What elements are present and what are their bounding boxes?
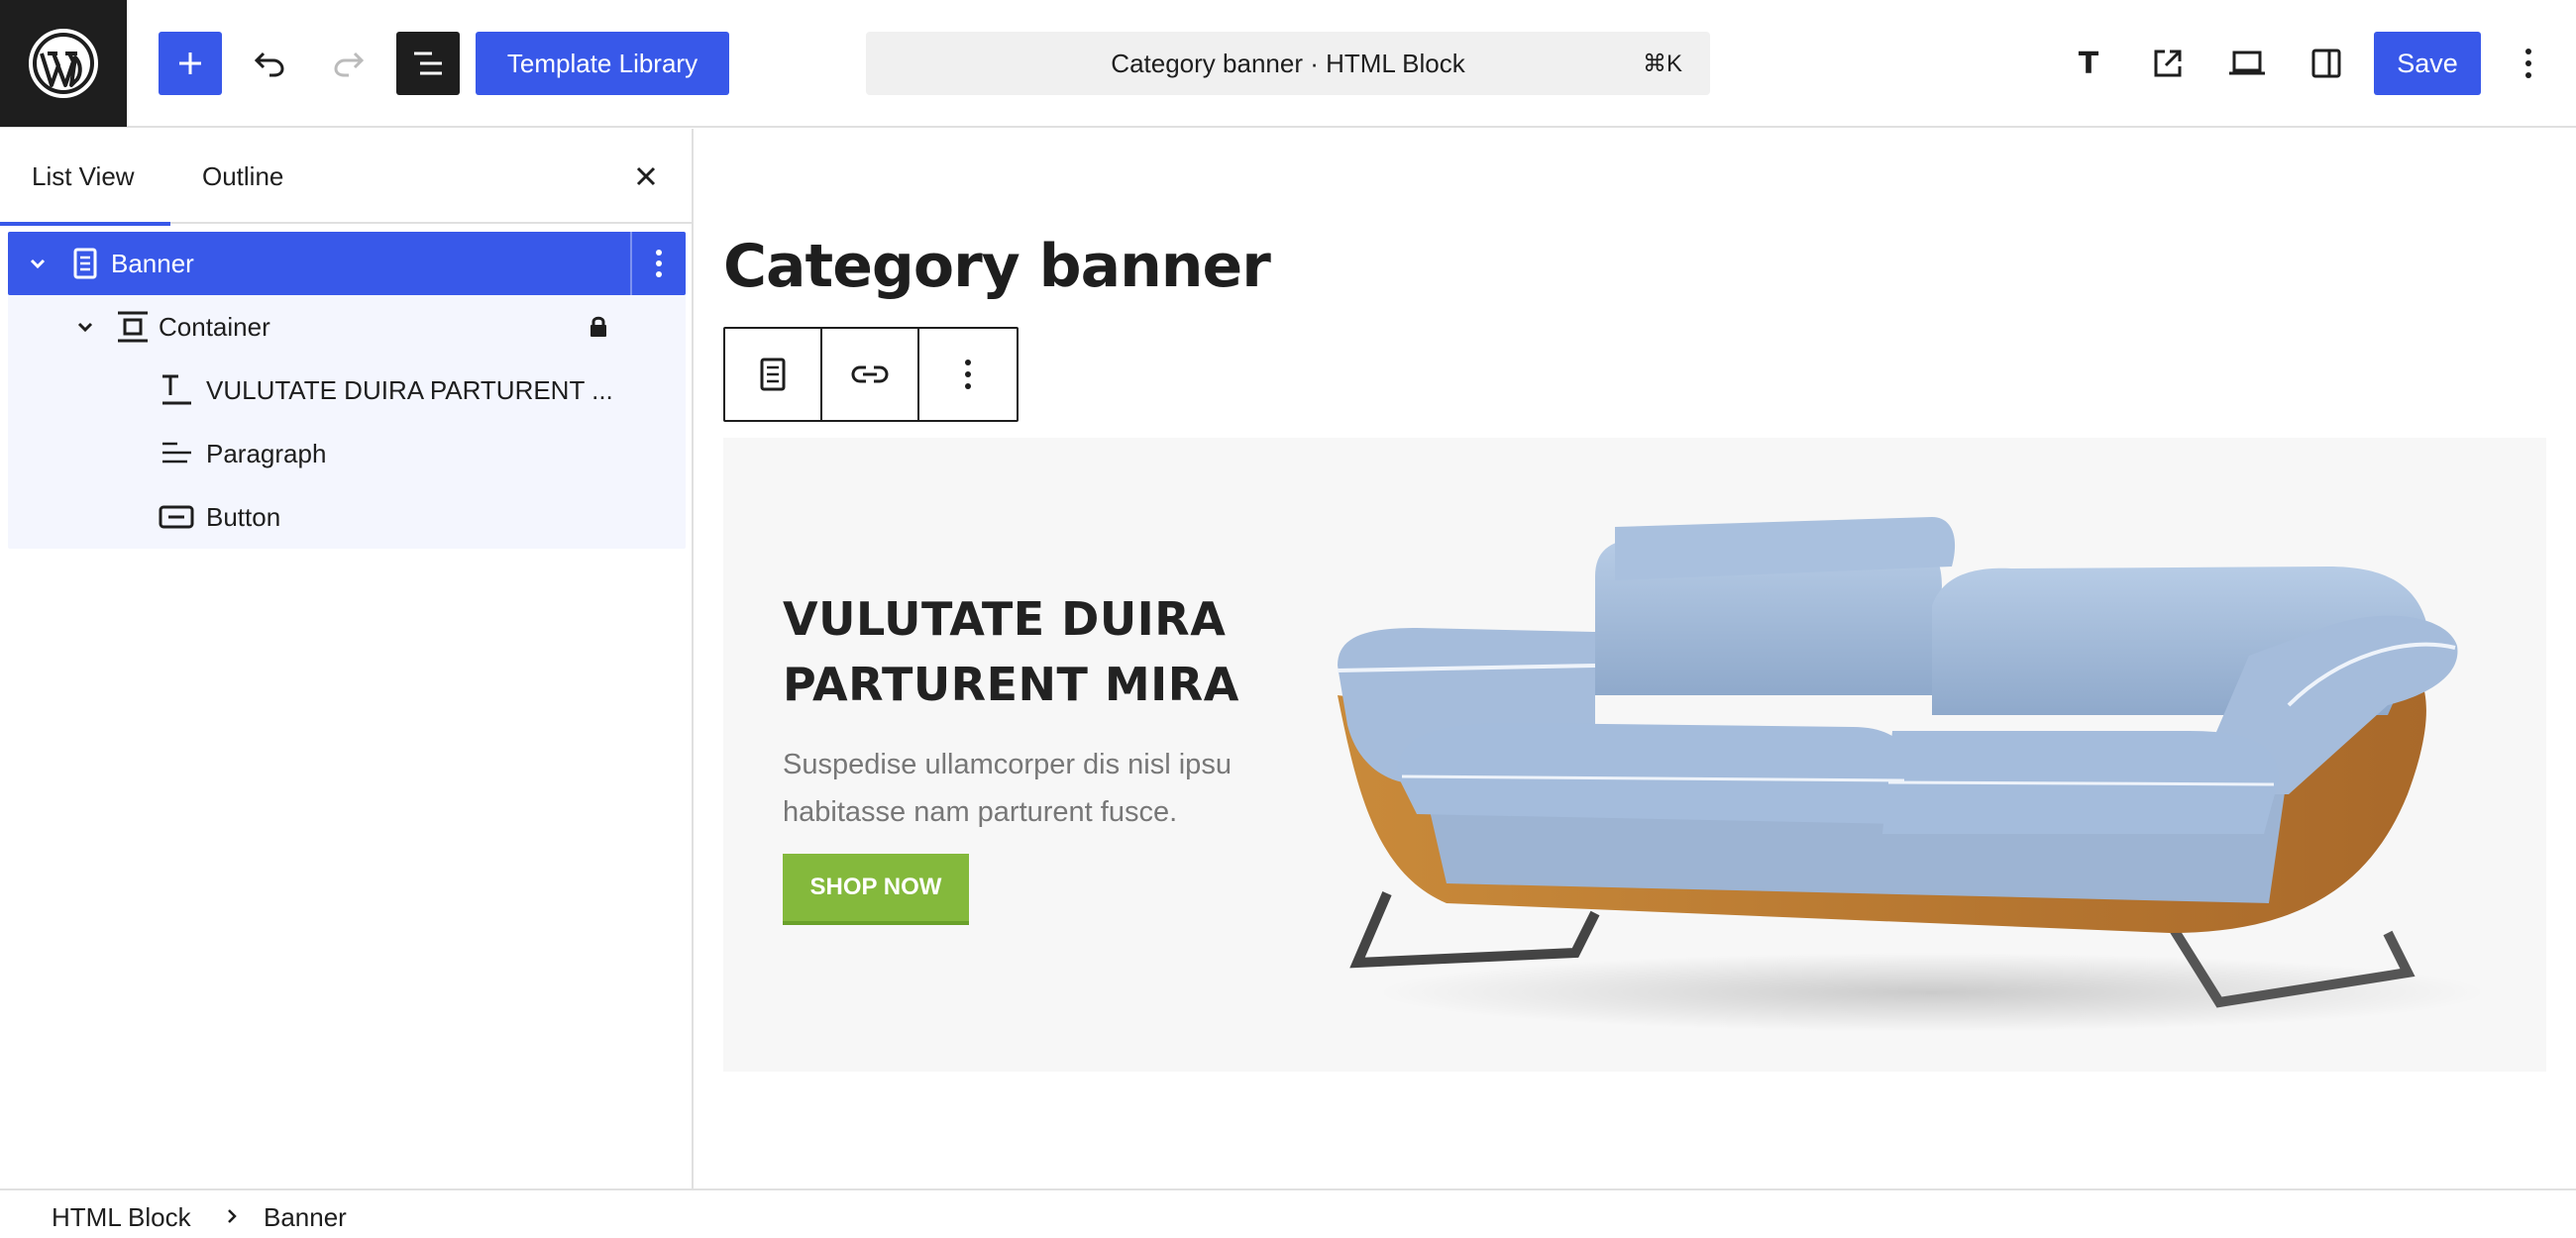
category-banner[interactable]: VULUTATE DUIRA PARTURENT MIRA Suspedise … — [723, 438, 2546, 1072]
add-block-button[interactable] — [159, 32, 222, 95]
template-library-button[interactable]: Template Library — [476, 32, 729, 95]
redo-button[interactable] — [317, 32, 380, 95]
breadcrumb-item-root[interactable]: HTML Block — [52, 1202, 191, 1233]
list-item-heading[interactable]: VULUTATE DUIRA PARTURENT ... — [8, 359, 686, 422]
group-icon — [113, 307, 153, 347]
more-vertical-icon — [2525, 49, 2531, 78]
chevron-down-icon[interactable] — [22, 248, 54, 279]
settings-sidebar-button[interactable] — [2295, 32, 2358, 95]
undo-button[interactable] — [238, 32, 301, 95]
options-button[interactable] — [2497, 32, 2560, 95]
external-link-icon — [2154, 50, 2182, 77]
more-vertical-icon — [965, 360, 971, 389]
chevron-right-icon — [220, 1204, 244, 1228]
tab-list-view[interactable]: List View — [0, 129, 170, 226]
editor-header: Template Library Category banner · HTML … — [0, 0, 2576, 128]
shop-now-button[interactable]: SHOP NOW — [783, 854, 969, 925]
document-overview-button[interactable] — [396, 32, 460, 95]
typography-button[interactable]: T — [2057, 32, 2120, 95]
link-button[interactable] — [822, 329, 919, 420]
desktop-icon — [2229, 51, 2265, 75]
command-palette-bar[interactable]: Category banner · HTML Block ⌘K — [866, 32, 1710, 95]
button-icon — [157, 497, 196, 537]
chevron-down-icon[interactable] — [69, 311, 101, 343]
page-icon — [760, 358, 786, 391]
link-icon — [851, 365, 889, 383]
list-item-banner[interactable]: Banner — [8, 232, 686, 295]
view-page-button[interactable] — [2136, 32, 2200, 95]
command-shortcut: ⌘K — [1642, 50, 1682, 77]
sidebar-tabs: List View Outline — [0, 129, 694, 226]
breadcrumb-item-current[interactable]: Banner — [264, 1202, 347, 1233]
lock-icon — [583, 311, 614, 343]
block-breadcrumb: HTML Block Banner — [0, 1188, 2576, 1238]
list-item-label: Banner — [111, 248, 194, 278]
list-item-label: Container — [159, 311, 270, 342]
list-view-sidebar: List View Outline Banner Container VULUT… — [0, 129, 694, 1188]
sofa-image — [1337, 517, 2487, 1032]
paragraph-icon — [157, 434, 196, 473]
banner-heading[interactable]: VULUTATE DUIRA PARTURENT MIRA — [783, 586, 1298, 717]
more-vertical-icon — [656, 250, 662, 277]
block-more-options-button[interactable] — [919, 329, 1017, 420]
page-title[interactable]: Category banner — [723, 232, 1271, 301]
close-sidebar-button[interactable] — [614, 145, 678, 208]
redo-icon — [334, 52, 365, 77]
list-item-label: Button — [206, 501, 281, 532]
block-toolbar — [723, 327, 1019, 422]
list-item-button[interactable]: Button — [8, 485, 686, 549]
list-item-label: VULUTATE DUIRA PARTURENT ... — [206, 374, 613, 405]
list-item-label: Paragraph — [206, 438, 327, 468]
device-preview-button[interactable] — [2215, 32, 2279, 95]
close-icon — [636, 166, 656, 186]
wordpress-logo-icon[interactable] — [0, 0, 127, 127]
editor-canvas: Category banner VULUTATE DUIRA PARTURENT… — [696, 129, 2576, 1188]
list-item-container[interactable]: Container — [8, 295, 686, 359]
list-view-icon — [414, 52, 442, 75]
block-options-button[interactable] — [630, 232, 686, 295]
save-button[interactable]: Save — [2374, 32, 2481, 95]
list-item-paragraph[interactable]: Paragraph — [8, 422, 686, 485]
undo-icon — [254, 52, 284, 77]
banner-paragraph[interactable]: Suspedise ullamcorper dis nisl ipsu habi… — [783, 741, 1298, 836]
block-type-button[interactable] — [725, 329, 822, 420]
tab-outline[interactable]: Outline — [170, 129, 319, 224]
plus-icon — [179, 52, 201, 74]
heading-icon — [157, 370, 196, 410]
document-title: Category banner · HTML Block — [1111, 48, 1465, 78]
page-icon — [65, 244, 105, 283]
sidebar-icon — [2311, 49, 2341, 78]
